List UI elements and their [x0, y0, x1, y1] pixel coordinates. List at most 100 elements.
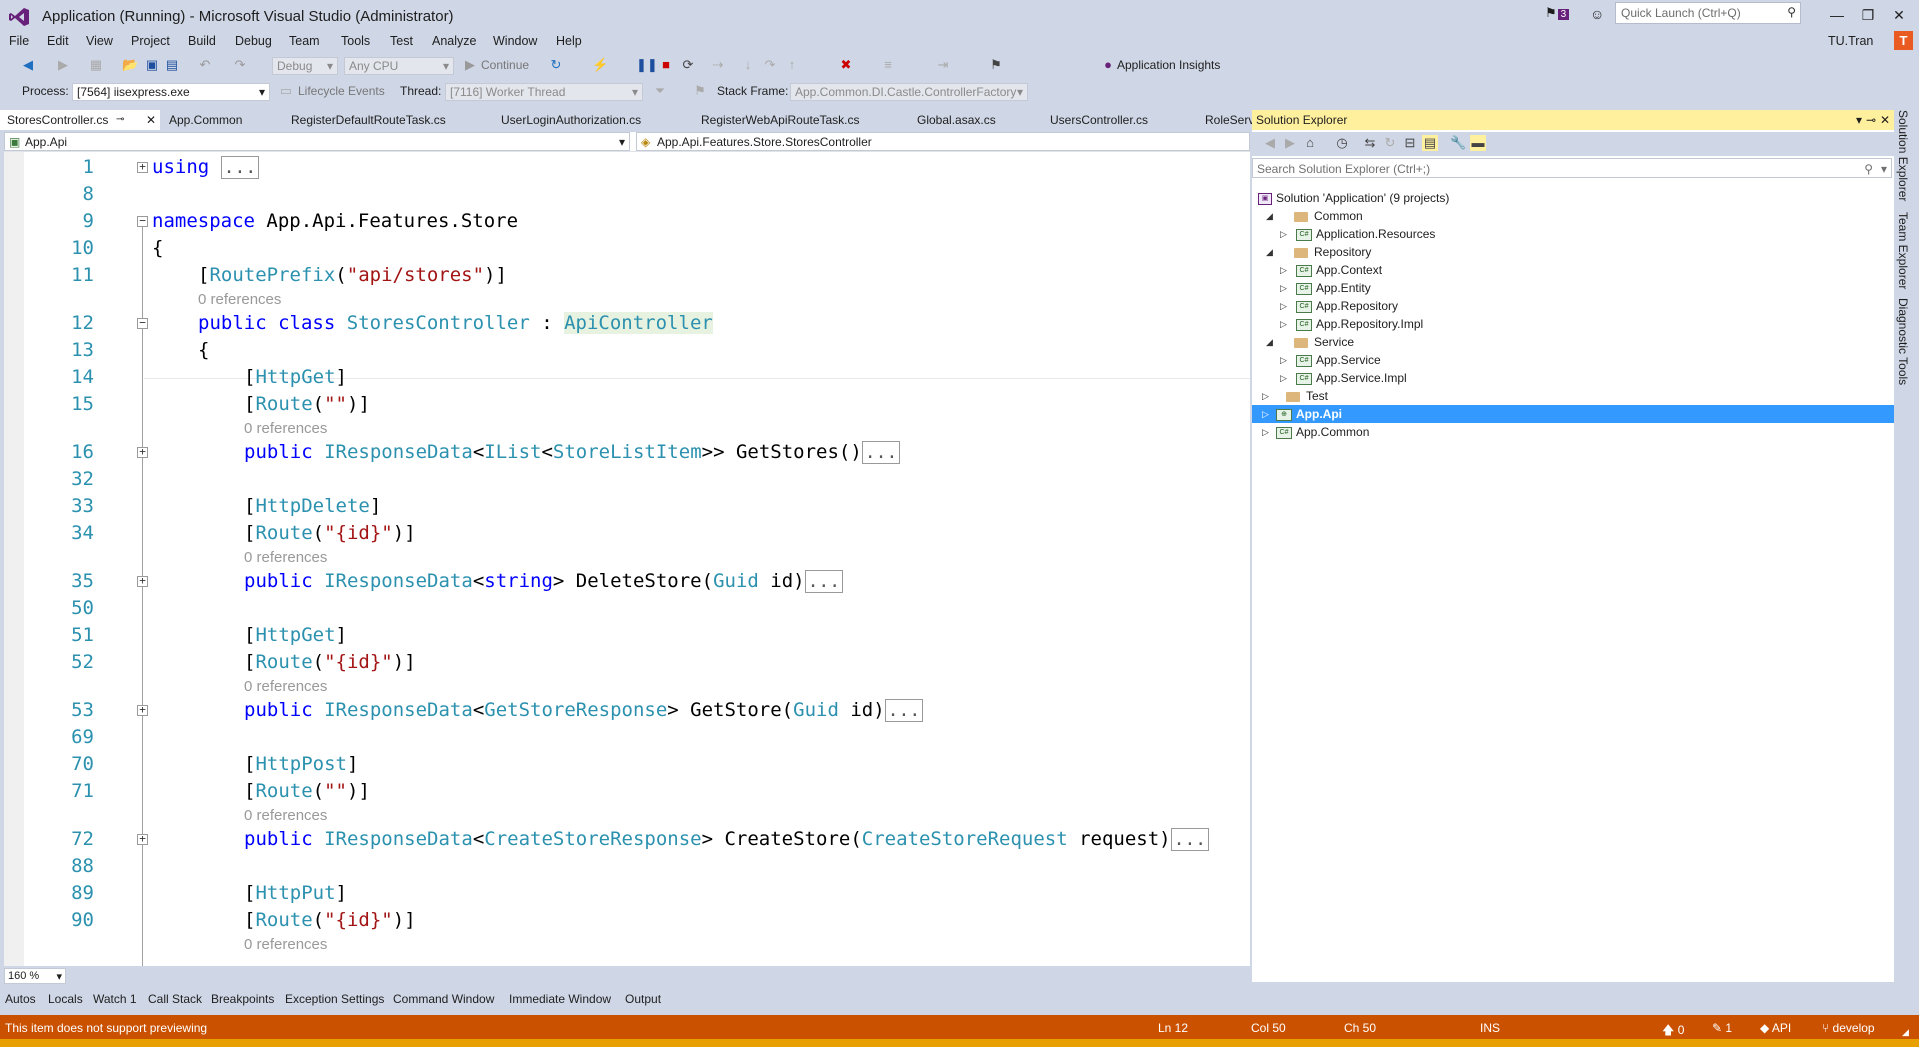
- collapsed-arrow-icon[interactable]: ▷: [1280, 297, 1287, 315]
- tab-userscontroller[interactable]: UsersController.cs: [1043, 110, 1148, 130]
- undo-icon[interactable]: ↶: [197, 57, 213, 73]
- tab-breakpoints[interactable]: Breakpoints: [211, 992, 274, 1006]
- menu-view[interactable]: View: [86, 34, 113, 48]
- application-insights-button[interactable]: Application Insights: [1117, 58, 1220, 72]
- collapsed-region[interactable]: ...: [804, 570, 844, 593]
- type-dropdown[interactable]: ◈ App.Api.Features.Store.StoresController: [636, 132, 1250, 151]
- collapsed-region[interactable]: ...: [884, 699, 924, 722]
- resize-grip-icon[interactable]: ◢: [1902, 1027, 1909, 1038]
- expand-toggle[interactable]: +: [137, 161, 148, 173]
- pending-changes-button[interactable]: ✎ 1: [1712, 1021, 1732, 1035]
- project-dropdown[interactable]: ▣ App.Api ▾: [4, 132, 630, 151]
- indent-icon[interactable]: ⇥: [935, 57, 951, 73]
- user-name[interactable]: TU.Tran: [1828, 34, 1873, 48]
- new-project-icon[interactable]: ▦: [88, 57, 104, 73]
- collapse-toggle[interactable]: −: [137, 317, 148, 329]
- save-icon[interactable]: ▣: [144, 57, 160, 73]
- tab-watch-1[interactable]: Watch 1: [93, 992, 137, 1006]
- home-icon[interactable]: ⌂: [1302, 135, 1318, 151]
- tree-item-project[interactable]: ▷ C# App.Common: [1252, 423, 1894, 441]
- tab-call-stack[interactable]: Call Stack: [148, 992, 202, 1006]
- solution-node[interactable]: ▣ Solution 'Application' (9 projects): [1252, 189, 1894, 207]
- menu-team[interactable]: Team: [289, 34, 320, 48]
- codelens-references[interactable]: 0 references: [244, 807, 327, 824]
- tab-immediate-window[interactable]: Immediate Window: [509, 992, 611, 1006]
- pending-changes-icon[interactable]: ◷: [1334, 135, 1350, 151]
- pin-icon[interactable]: ⊸: [1866, 113, 1876, 127]
- code-editor[interactable]: 1 8 9 10 11 12 13 14 15 16 32 33 34 35 5…: [4, 152, 1250, 966]
- collapsed-arrow-icon[interactable]: ▷: [1280, 369, 1287, 387]
- tab-app-common[interactable]: App.Common: [162, 110, 242, 130]
- menu-project[interactable]: Project: [131, 34, 170, 48]
- feedback-icon[interactable]: ☺: [1590, 6, 1604, 22]
- tab-locals[interactable]: Locals: [48, 992, 83, 1006]
- step-over-icon[interactable]: ↷: [762, 57, 778, 73]
- tab-command-window[interactable]: Command Window: [393, 992, 494, 1006]
- platform-dropdown[interactable]: Any CPU ▾: [344, 57, 454, 75]
- tree-item-folder[interactable]: ◢ Repository: [1252, 243, 1894, 261]
- forward-icon[interactable]: ▶: [1282, 135, 1298, 151]
- expanded-arrow-icon[interactable]: ◢: [1266, 243, 1273, 261]
- tab-storescontroller[interactable]: StoresController.cs ⊸ ✕: [0, 110, 160, 130]
- filter-icon[interactable]: ⏷: [652, 83, 668, 99]
- menu-file[interactable]: File: [9, 34, 29, 48]
- avatar[interactable]: T: [1894, 31, 1913, 50]
- codelens-references[interactable]: 0 references: [244, 420, 327, 437]
- branch-button[interactable]: ⑂ develop: [1822, 1021, 1875, 1035]
- tab-autos[interactable]: Autos: [5, 992, 36, 1006]
- refresh-icon[interactable]: ↻: [548, 57, 564, 73]
- side-tab-team-explorer[interactable]: Team Explorer: [1896, 212, 1910, 289]
- collapse-all-icon[interactable]: ⊟: [1402, 135, 1418, 151]
- minimize-button[interactable]: —: [1823, 4, 1851, 26]
- tree-item-project[interactable]: ▷ C# App.Repository.Impl: [1252, 315, 1894, 333]
- quick-launch-input[interactable]: Quick Launch (Ctrl+Q) ⚲: [1615, 2, 1801, 24]
- tab-registerwebapiroutetask[interactable]: RegisterWebApiRouteTask.cs: [694, 110, 860, 130]
- play-icon[interactable]: ▶: [462, 57, 478, 73]
- preview-icon[interactable]: ▬: [1470, 135, 1486, 151]
- open-file-icon[interactable]: 📂: [122, 57, 138, 73]
- codelens-references[interactable]: 0 references: [244, 549, 327, 566]
- menu-debug[interactable]: Debug: [235, 34, 272, 48]
- tree-item-folder[interactable]: ◢ Common: [1252, 207, 1894, 225]
- window-position-icon[interactable]: ▾: [1856, 113, 1862, 127]
- collapsed-arrow-icon[interactable]: ▷: [1262, 423, 1269, 441]
- properties-icon[interactable]: 🔧: [1450, 135, 1466, 151]
- collapsed-arrow-icon[interactable]: ▷: [1280, 315, 1287, 333]
- menu-build[interactable]: Build: [188, 34, 216, 48]
- back-icon[interactable]: ◀: [1262, 135, 1278, 151]
- collapsed-arrow-icon[interactable]: ▷: [1280, 261, 1287, 279]
- redo-icon[interactable]: ↷: [232, 57, 248, 73]
- collapsed-region[interactable]: ...: [1170, 828, 1210, 851]
- collapsed-region[interactable]: ...: [861, 441, 901, 464]
- refresh-icon[interactable]: ↻: [1382, 135, 1398, 151]
- repository-button[interactable]: ◆ API: [1760, 1021, 1791, 1035]
- tab-global-asax[interactable]: Global.asax.cs: [910, 110, 996, 130]
- collapsed-arrow-icon[interactable]: ▷: [1262, 405, 1269, 423]
- collapsed-arrow-icon[interactable]: ▷: [1280, 351, 1287, 369]
- lifecycle-events-button[interactable]: Lifecycle Events: [298, 84, 385, 98]
- solution-explorer-search-input[interactable]: Search Solution Explorer (Ctrl+;) ⚲ ▾: [1252, 158, 1892, 178]
- tree-item-project[interactable]: ▷ C# App.Service: [1252, 351, 1894, 369]
- side-tab-diagnostic-tools[interactable]: Diagnostic Tools: [1896, 298, 1910, 385]
- restart-icon[interactable]: ⟳: [680, 57, 696, 73]
- continue-button[interactable]: Continue: [481, 58, 529, 72]
- tree-item-project[interactable]: ▷ C# App.Repository: [1252, 297, 1894, 315]
- collapsed-region[interactable]: ...: [220, 156, 260, 179]
- step-out-icon[interactable]: ↑: [784, 57, 800, 73]
- menu-tools[interactable]: Tools: [341, 34, 370, 48]
- tree-item-project[interactable]: ▷ C# App.Entity: [1252, 279, 1894, 297]
- expand-toggle[interactable]: +: [137, 575, 148, 587]
- restore-button[interactable]: ❐: [1854, 4, 1882, 26]
- configuration-dropdown[interactable]: Debug ▾: [272, 57, 338, 75]
- process-dropdown[interactable]: [7564] iisexpress.exe ▾: [72, 83, 270, 101]
- side-tab-solution-explorer[interactable]: Solution Explorer: [1896, 110, 1910, 201]
- tree-item-project-selected[interactable]: ▷ ⊕ App.Api: [1252, 405, 1894, 423]
- stop-icon[interactable]: ■: [658, 57, 674, 73]
- expand-toggle[interactable]: +: [137, 446, 148, 458]
- zoom-dropdown[interactable]: 160 % ▾: [4, 968, 66, 984]
- stack-frame-dropdown[interactable]: App.Common.DI.Castle.ControllerFactory ▾: [790, 83, 1028, 101]
- menu-window[interactable]: Window: [493, 34, 537, 48]
- show-next-statement-icon[interactable]: ⇢: [710, 57, 726, 73]
- notifications-button[interactable]: ⚑ 3: [1545, 5, 1570, 21]
- tab-registerdefaultroutetask[interactable]: RegisterDefaultRouteTask.cs: [284, 110, 446, 130]
